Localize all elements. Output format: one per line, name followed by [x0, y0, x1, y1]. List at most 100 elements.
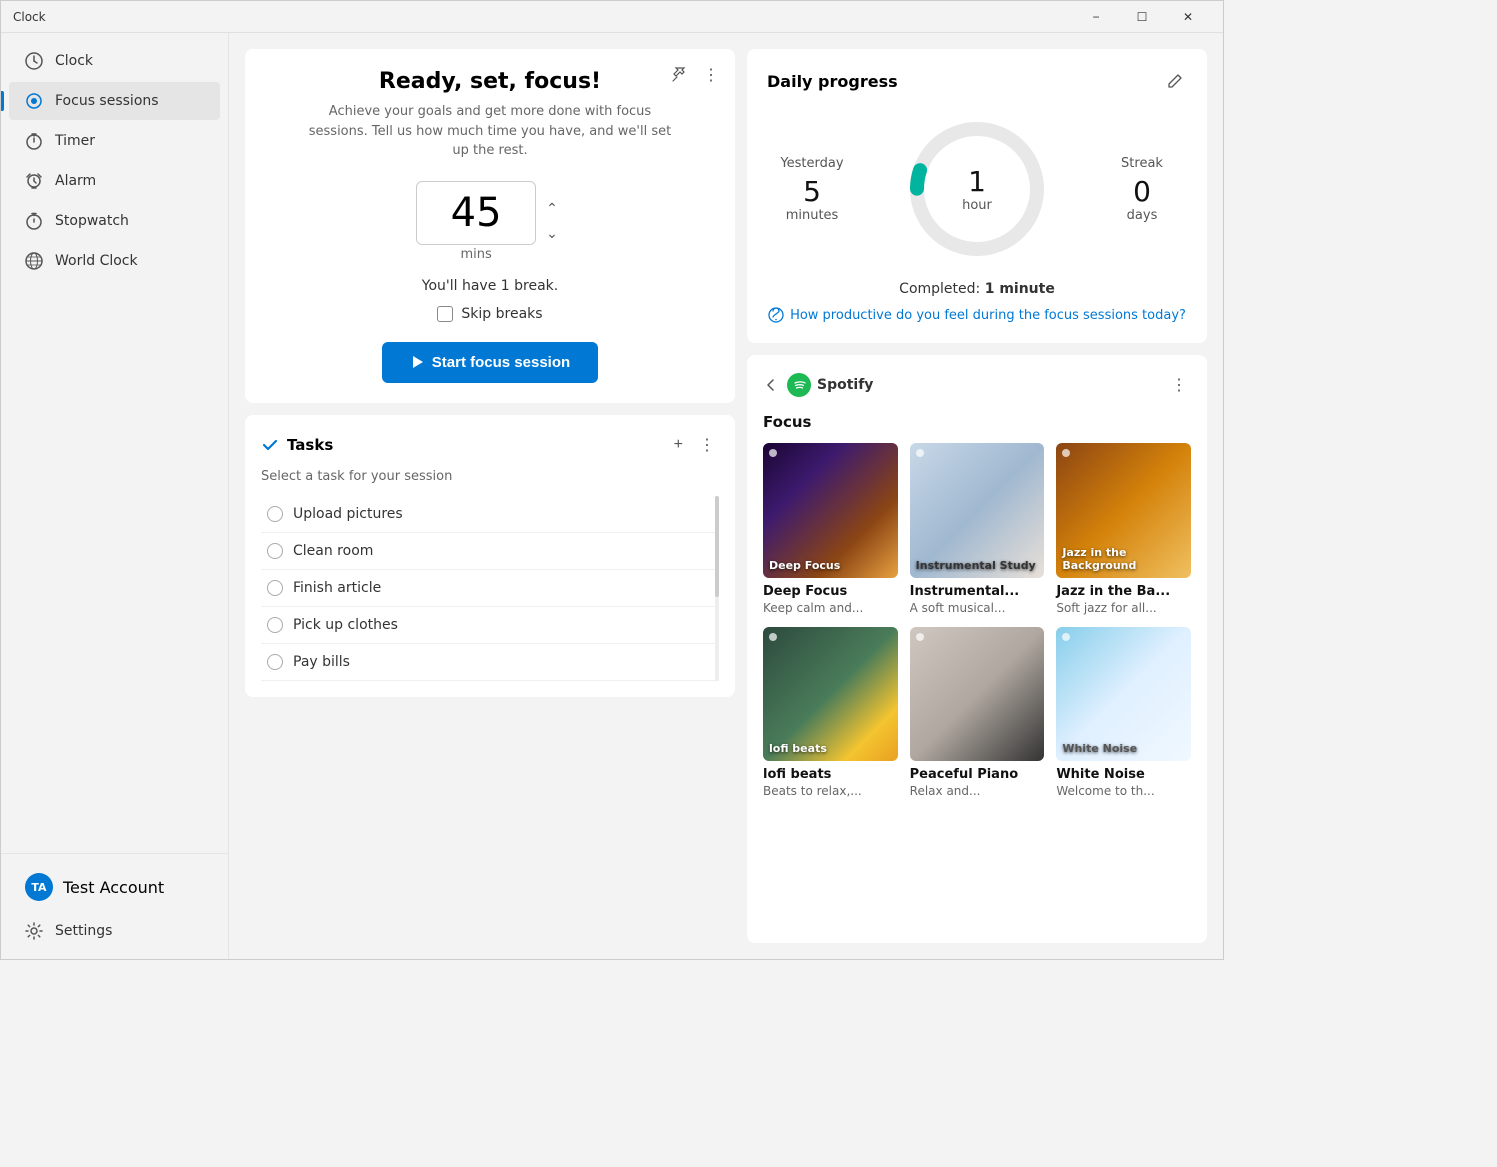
task-item[interactable]: Pay bills: [261, 644, 719, 681]
spotify-more-button[interactable]: ⋮: [1167, 371, 1191, 399]
timer-icon: [25, 132, 43, 150]
playlist-thumb-peaceful-piano: [910, 627, 1045, 762]
account-avatar: TA: [25, 873, 53, 901]
break-text: You'll have 1 break.: [265, 278, 715, 294]
task-label-5: Pay bills: [293, 654, 350, 670]
task-item[interactable]: Clean room: [261, 533, 719, 570]
progress-title: Daily progress: [767, 72, 1163, 91]
sidebar-item-stopwatch[interactable]: Stopwatch: [9, 202, 220, 240]
add-task-button[interactable]: +: [670, 431, 687, 459]
sidebar: Clock Focus sessions Timer: [1, 33, 229, 959]
sidebar-label-stopwatch: Stopwatch: [55, 213, 129, 229]
feedback-link[interactable]: How productive do you feel during the fo…: [767, 307, 1187, 323]
close-button[interactable]: ✕: [1165, 1, 1211, 33]
yesterday-stat: Yesterday 5 minutes: [767, 156, 857, 223]
playlist-thumb-instrumental: Instrumental Study: [910, 443, 1045, 578]
start-focus-session-button[interactable]: Start focus session: [382, 342, 598, 383]
spotify-logo-icon: [787, 373, 811, 397]
yesterday-label: Yesterday: [767, 156, 857, 171]
playlist-item-jazz[interactable]: Jazz in the Background Jazz in the Ba...…: [1056, 443, 1191, 615]
maximize-button[interactable]: ☐: [1119, 1, 1165, 33]
task-radio-2[interactable]: [267, 543, 283, 559]
streak-stat: Streak 0 days: [1097, 156, 1187, 223]
main-content: ⋮ Ready, set, focus! Achieve your goals …: [229, 33, 1223, 959]
time-decrease-button[interactable]: ⌄: [540, 223, 564, 244]
task-item[interactable]: Pick up clothes: [261, 607, 719, 644]
streak-unit: days: [1097, 208, 1187, 223]
tasks-scrollbar[interactable]: [715, 496, 719, 681]
pin-button[interactable]: [667, 63, 691, 87]
playlist-desc-lofi: Beats to relax,...: [763, 784, 898, 798]
edit-goal-button[interactable]: [1163, 69, 1187, 93]
world-clock-icon: [25, 252, 43, 270]
task-radio-3[interactable]: [267, 580, 283, 596]
time-picker: 45 mins ⌃ ⌄: [265, 181, 715, 262]
task-list: Upload pictures Clean room Finish articl…: [261, 496, 719, 681]
stopwatch-icon: [25, 212, 43, 230]
task-label-3: Finish article: [293, 580, 381, 596]
window-controls: − ☐ ✕: [1073, 1, 1211, 33]
sidebar-item-settings[interactable]: Settings: [9, 912, 220, 950]
titlebar: Clock − ☐ ✕: [1, 1, 1223, 33]
start-button-label: Start focus session: [432, 354, 570, 371]
focus-icon: [25, 92, 43, 110]
spotify-card: Spotify ⋮ Focus Deep Focus Deep Focus Ke…: [747, 355, 1207, 943]
minimize-button[interactable]: −: [1073, 1, 1119, 33]
feedback-text: How productive do you feel during the fo…: [790, 308, 1186, 323]
progress-header: Daily progress: [767, 69, 1187, 93]
playlist-thumb-jazz: Jazz in the Background: [1056, 443, 1191, 578]
sidebar-item-focus-sessions[interactable]: Focus sessions: [9, 82, 220, 120]
playlist-item-instrumental[interactable]: Instrumental Study Instrumental... A sof…: [910, 443, 1045, 615]
skip-breaks-checkbox[interactable]: [437, 306, 453, 322]
task-item[interactable]: Upload pictures: [261, 496, 719, 533]
playlist-name-peaceful-piano: Peaceful Piano: [910, 767, 1045, 782]
time-increase-button[interactable]: ⌃: [540, 198, 564, 219]
task-radio-1[interactable]: [267, 506, 283, 522]
account-item[interactable]: TA Test Account: [9, 863, 220, 911]
completed-value: 1 minute: [985, 281, 1055, 297]
time-value[interactable]: 45: [416, 181, 536, 245]
task-item[interactable]: Finish article: [261, 570, 719, 607]
alarm-icon: [25, 172, 43, 190]
playlist-item-peaceful-piano[interactable]: Peaceful Piano Relax and...: [910, 627, 1045, 799]
playlist-name-instrumental: Instrumental...: [910, 584, 1045, 599]
time-unit: mins: [416, 247, 536, 262]
playlist-desc-jazz: Soft jazz for all...: [1056, 601, 1191, 615]
task-radio-5[interactable]: [267, 654, 283, 670]
tasks-check-icon: [261, 436, 279, 454]
playlist-name-deep-focus: Deep Focus: [763, 584, 898, 599]
clock-icon: [25, 52, 43, 70]
spotify-section-title: Focus: [763, 413, 1191, 431]
sidebar-label-focus: Focus sessions: [55, 93, 159, 109]
focus-card-header: ⋮: [667, 61, 723, 89]
more-options-button[interactable]: ⋮: [699, 61, 723, 89]
sidebar-item-alarm[interactable]: Alarm: [9, 162, 220, 200]
sidebar-label-clock: Clock: [55, 53, 93, 69]
sidebar-label-timer: Timer: [55, 133, 95, 149]
playlist-desc-white-noise: Welcome to th...: [1056, 784, 1191, 798]
focus-card-description: Achieve your goals and get more done wit…: [300, 102, 680, 161]
task-label-2: Clean room: [293, 543, 373, 559]
playlist-name-lofi: lofi beats: [763, 767, 898, 782]
sidebar-item-timer[interactable]: Timer: [9, 122, 220, 160]
playlist-item-white-noise[interactable]: White Noise White Noise Welcome to th...: [1056, 627, 1191, 799]
spotify-name: Spotify: [817, 377, 873, 393]
playlist-name-jazz: Jazz in the Ba...: [1056, 584, 1191, 599]
task-radio-4[interactable]: [267, 617, 283, 633]
tasks-list-wrapper: Upload pictures Clean room Finish articl…: [261, 496, 719, 681]
playlist-item-lofi[interactable]: lofi beats lofi beats Beats to relax,...: [763, 627, 898, 799]
donut-chart: 1 hour: [897, 109, 1057, 269]
tasks-subtitle: Select a task for your session: [261, 469, 719, 484]
sidebar-label-alarm: Alarm: [55, 173, 96, 189]
tasks-title: Tasks: [287, 436, 670, 454]
playlist-item-deep-focus[interactable]: Deep Focus Deep Focus Keep calm and...: [763, 443, 898, 615]
tasks-more-button[interactable]: ⋮: [695, 431, 719, 459]
focus-card-title: Ready, set, focus!: [265, 69, 715, 94]
skip-breaks-row: Skip breaks: [265, 306, 715, 322]
sidebar-item-clock[interactable]: Clock: [9, 42, 220, 80]
account-name: Test Account: [63, 878, 164, 897]
spotify-back-button[interactable]: [763, 373, 787, 397]
sidebar-item-world-clock[interactable]: World Clock: [9, 242, 220, 280]
daily-goal-unit: hour: [962, 198, 992, 213]
spotify-logo: Spotify: [787, 373, 1167, 397]
